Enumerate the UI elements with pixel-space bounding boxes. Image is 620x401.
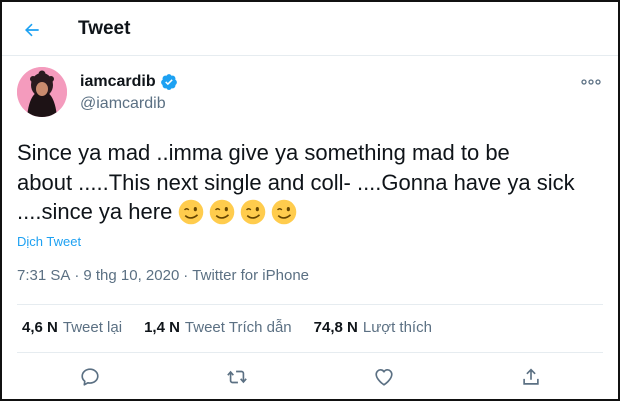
share-icon: [523, 368, 539, 385]
like-icon: [375, 369, 393, 386]
tweet-time[interactable]: 7:31 SA: [17, 267, 70, 284]
meta-separator: ·: [74, 267, 80, 284]
meta-separator: ·: [183, 267, 189, 284]
tweet-text-fragment: ....since ya here: [17, 199, 173, 224]
translate-tweet-link[interactable]: Dịch Tweet: [17, 234, 81, 249]
stat-count: 74,8 N: [313, 319, 358, 336]
header-bar: Tweet: [2, 2, 618, 56]
stat-quote-tweets[interactable]: 1,4 N Tweet Trích dẫn: [144, 319, 292, 336]
stat-count: 1,4 N: [144, 319, 180, 336]
stat-label: Tweet Trích dẫn: [184, 319, 292, 336]
more-options-button[interactable]: [578, 72, 604, 92]
verified-badge-icon: [160, 73, 178, 91]
reply-button[interactable]: [77, 364, 103, 390]
tweet-text-line: about .....This next single and coll- ..…: [17, 169, 575, 195]
avatar-image: [17, 67, 67, 117]
tweet-window: Tweet iamcardib @iamcardib Since ya mad …: [0, 0, 620, 401]
retweet-button[interactable]: [224, 364, 250, 390]
author-name-row: iamcardib: [80, 73, 178, 91]
stat-label: Lượt thích: [362, 319, 432, 336]
stat-count: 4,6 N: [22, 319, 58, 336]
avatar[interactable]: [17, 67, 67, 117]
reply-icon: [81, 368, 99, 386]
tweet-metadata: 7:31 SA · 9 thg 10, 2020 · Twitter for i…: [17, 267, 309, 284]
share-button[interactable]: [518, 364, 544, 390]
winking-face-icon: [272, 199, 297, 225]
divider: [17, 352, 603, 353]
stat-retweets[interactable]: 4,6 N Tweet lại: [22, 319, 122, 336]
divider: [17, 304, 603, 305]
like-button[interactable]: [371, 364, 397, 390]
more-dots-icon: [581, 79, 601, 85]
winking-face-icon: [210, 199, 235, 225]
page-title: Tweet: [78, 18, 131, 39]
tweet-text-line: ....since ya here: [17, 197, 617, 227]
winking-face-icon: [179, 199, 204, 225]
tweet-text-line: Since ya mad ..imma give ya something ma…: [17, 140, 510, 165]
tweet-source[interactable]: Twitter for iPhone: [192, 267, 309, 284]
tweet-date[interactable]: 9 thg 10, 2020: [83, 267, 179, 284]
tweet-stats: 4,6 N Tweet lại 1,4 N Tweet Trích dẫn 74…: [22, 319, 454, 336]
winking-face-icon: [241, 199, 266, 225]
stat-likes[interactable]: 74,8 N Lượt thích: [314, 319, 432, 336]
back-button[interactable]: [16, 14, 48, 46]
retweet-icon: [227, 370, 247, 384]
arrow-left-icon: [25, 23, 39, 37]
tweet-text: Since ya mad ..imma give ya something ma…: [17, 138, 617, 227]
author-handle[interactable]: @iamcardib: [80, 95, 166, 113]
author-display-name[interactable]: iamcardib: [80, 73, 156, 91]
stat-label: Tweet lại: [62, 319, 123, 336]
tweet-actions-bar: [2, 364, 618, 394]
emoji-group: [178, 199, 297, 225]
